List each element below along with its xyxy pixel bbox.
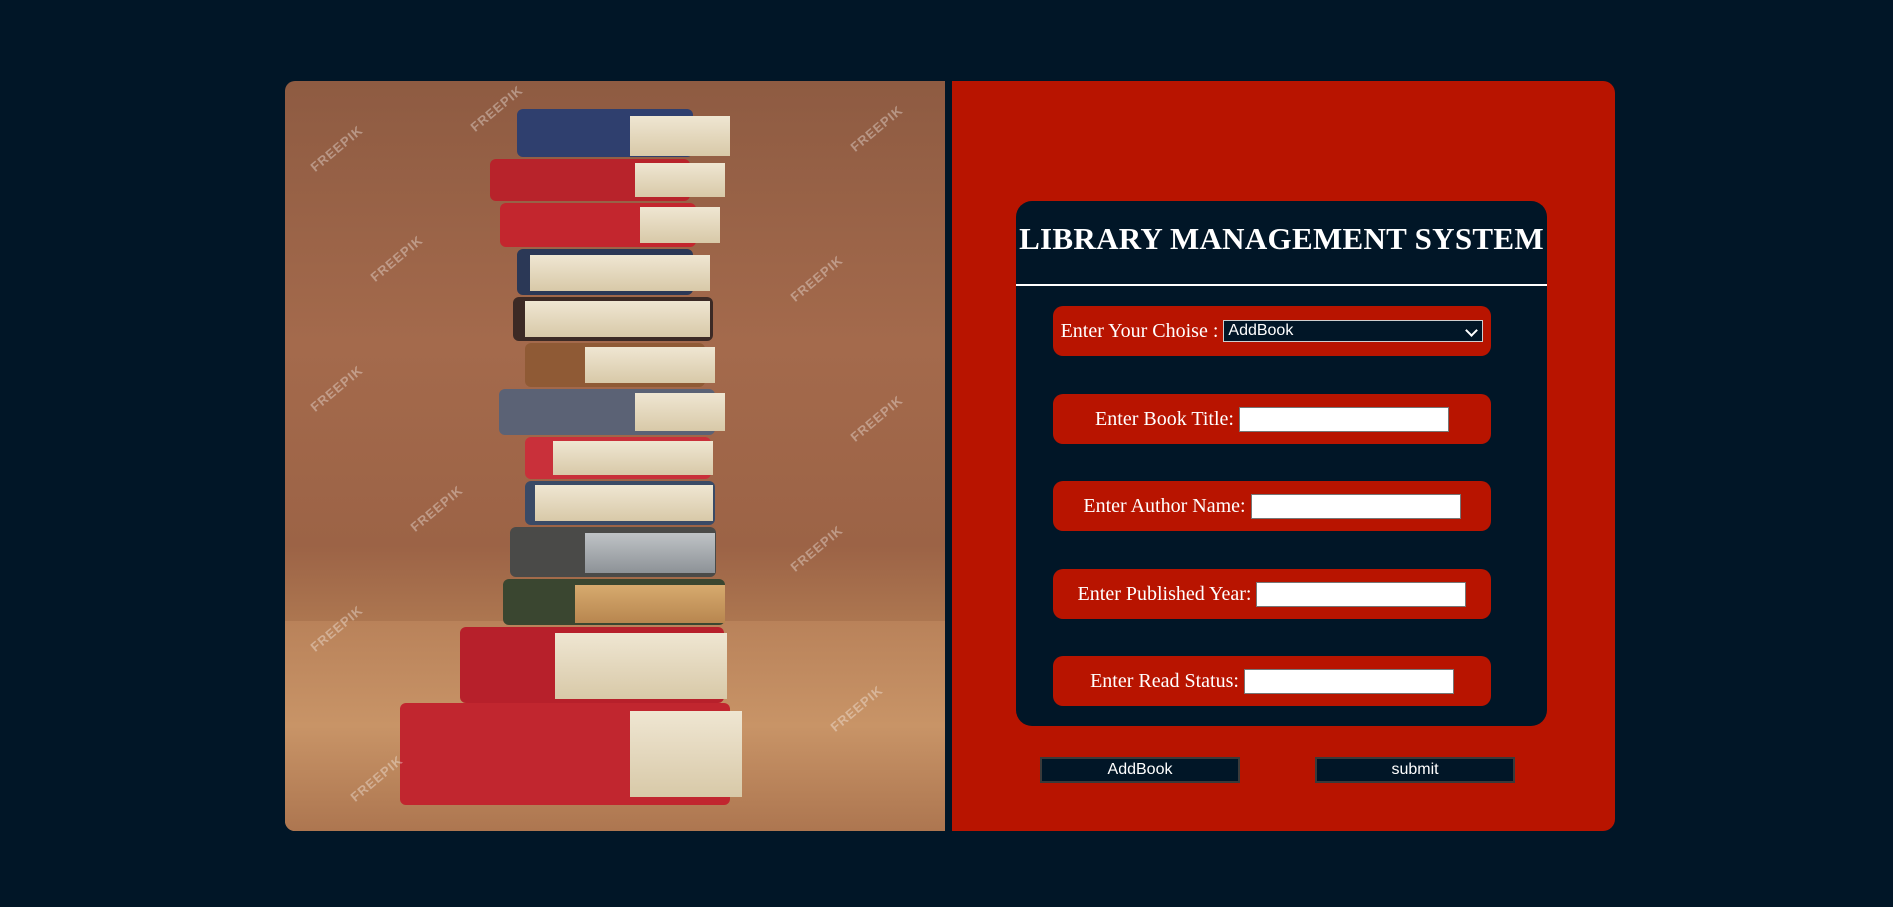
- book-pages: [640, 207, 720, 243]
- watermark: FREEPIK: [307, 122, 366, 175]
- book-title-label: Enter Book Title:: [1095, 407, 1234, 430]
- book-pages: [630, 711, 742, 797]
- choice-label: Enter Your Choise :: [1060, 319, 1219, 342]
- form-card: LIBRARY MANAGEMENT SYSTEM Enter Your Cho…: [1016, 201, 1547, 726]
- choice-select[interactable]: AddBook: [1223, 320, 1484, 342]
- status-label: Enter Read Status:: [1090, 669, 1239, 692]
- year-input[interactable]: [1256, 581, 1467, 607]
- year-row: Enter Published Year:: [1053, 569, 1491, 619]
- book-pages: [585, 347, 715, 383]
- year-label: Enter Published Year:: [1077, 582, 1252, 605]
- addbook-button[interactable]: AddBook: [1040, 757, 1240, 783]
- watermark: FREEPIK: [847, 392, 906, 445]
- chevron-down-icon: [1465, 324, 1479, 337]
- book-pages: [585, 533, 715, 573]
- form-panel: LIBRARY MANAGEMENT SYSTEM Enter Your Cho…: [952, 81, 1615, 831]
- book-stack-image: FREEPIK FREEPIK FREEPIK FREEPIK FREEPIK …: [285, 81, 945, 831]
- submit-button[interactable]: submit: [1315, 757, 1515, 783]
- choice-row: Enter Your Choise : AddBook: [1053, 306, 1491, 356]
- book-pages: [575, 585, 725, 623]
- status-input[interactable]: [1243, 668, 1454, 694]
- watermark: FREEPIK: [367, 232, 426, 285]
- watermark: FREEPIK: [787, 522, 846, 575]
- title-divider: [1016, 284, 1547, 286]
- book-pages: [635, 393, 725, 431]
- author-input[interactable]: [1250, 493, 1461, 519]
- watermark: FREEPIK: [307, 362, 366, 415]
- status-row: Enter Read Status:: [1053, 656, 1491, 706]
- book-pages: [630, 116, 730, 156]
- author-row: Enter Author Name:: [1053, 481, 1491, 531]
- book-pages: [530, 255, 710, 291]
- watermark: FREEPIK: [787, 252, 846, 305]
- book-title-row: Enter Book Title:: [1053, 394, 1491, 444]
- choice-selected-value: AddBook: [1228, 322, 1294, 339]
- app-container: FREEPIK FREEPIK FREEPIK FREEPIK FREEPIK …: [285, 81, 1615, 831]
- book-pages: [635, 163, 725, 197]
- book-pages: [535, 485, 713, 521]
- book-pages: [555, 633, 727, 699]
- author-label: Enter Author Name:: [1083, 494, 1246, 517]
- watermark: FREEPIK: [407, 482, 466, 535]
- page-title: LIBRARY MANAGEMENT SYSTEM: [1019, 221, 1544, 256]
- book-pages: [553, 441, 713, 475]
- book-pages: [525, 301, 710, 337]
- watermark: FREEPIK: [847, 102, 906, 155]
- book-title-input[interactable]: [1238, 406, 1449, 432]
